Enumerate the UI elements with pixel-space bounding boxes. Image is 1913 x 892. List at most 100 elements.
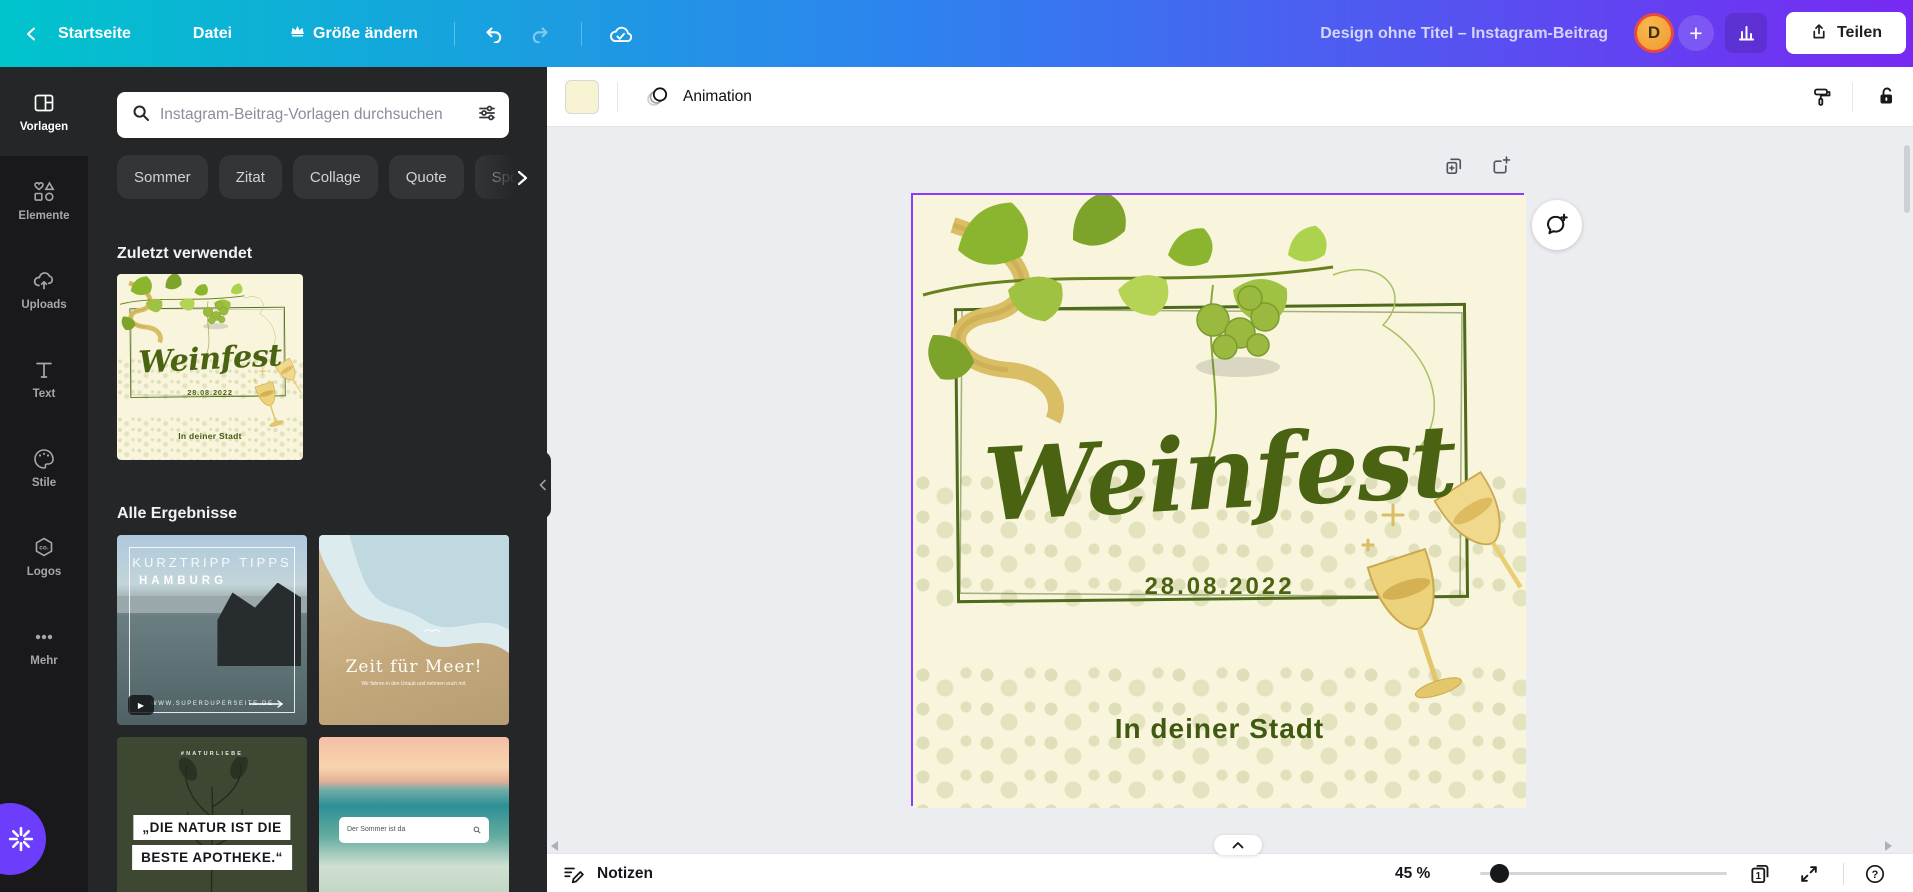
sommer-art: Der Sommer ist da xyxy=(319,737,509,892)
redo-icon[interactable] xyxy=(531,25,551,43)
template-thumbnail-hamburg[interactable]: KURZTRIPP TIPPS HAMBURG WWW.SUPERDUPERSE… xyxy=(117,535,307,725)
menu-resize[interactable]: Größe ändern xyxy=(290,25,418,43)
chip-sommer[interactable]: Sommer xyxy=(117,155,208,199)
wave-foam xyxy=(319,535,509,725)
animation-button[interactable]: Animation xyxy=(635,77,762,117)
share-button[interactable]: Teilen xyxy=(1786,12,1906,54)
recent-heading: Zuletzt verwendet xyxy=(117,245,252,263)
sidebar-item-text[interactable]: Text xyxy=(0,334,88,423)
page-actions xyxy=(1443,155,1513,183)
weinfest-art: Weinfest 28.08.2022 In deiner Stadt xyxy=(913,195,1526,808)
editor-canvas-area: Animation xyxy=(547,67,1913,892)
chip-collage[interactable]: Collage xyxy=(293,155,378,199)
paint-roller-icon xyxy=(1811,85,1835,109)
add-member-button[interactable]: + xyxy=(1678,15,1714,51)
cloud-saved-icon[interactable] xyxy=(608,24,632,44)
all-results-heading: Alle Ergebnisse xyxy=(117,505,237,523)
sidebar-label: Elemente xyxy=(18,210,69,222)
weinfest-art-mini: Weinfest 28.08.2022 In deiner Stadt xyxy=(117,274,303,460)
design-title-text: Weinfest xyxy=(117,338,303,378)
fullscreen-button[interactable] xyxy=(1793,859,1825,889)
template-thumbnail-meer[interactable]: Zeit für Meer! Wir fahren in den Urlaub … xyxy=(319,535,509,725)
lock-button[interactable] xyxy=(1869,81,1905,113)
templates-icon xyxy=(32,91,56,115)
svg-text:1: 1 xyxy=(1756,871,1762,882)
zoom-slider[interactable] xyxy=(1480,872,1727,875)
sidebar-label: Text xyxy=(33,388,56,400)
pages-view-button[interactable]: 1 xyxy=(1745,859,1777,889)
notes-label: Notizen xyxy=(597,865,653,883)
elements-icon xyxy=(32,180,56,204)
canva-editor: Startseite Datei Größe ändern Design ohn… xyxy=(0,0,1913,892)
meer-title: Zeit für Meer! xyxy=(319,657,509,677)
bottom-bar-divider xyxy=(1843,863,1844,885)
add-comment-button[interactable] xyxy=(1532,200,1582,250)
hamburg-art: KURZTRIPP TIPPS HAMBURG WWW.SUPERDUPERSE… xyxy=(117,535,307,725)
svg-text:co.: co. xyxy=(39,544,49,551)
toolbar-divider xyxy=(617,82,618,112)
svg-text:?: ? xyxy=(1872,869,1879,881)
topbar-divider xyxy=(581,22,582,46)
sidebar-item-elemente[interactable]: Elemente xyxy=(0,156,88,245)
crown-icon xyxy=(290,25,305,43)
design-date-text: 28.08.2022 xyxy=(117,389,303,397)
vertical-scrollbar[interactable] xyxy=(1904,145,1910,213)
sidebar-item-uploads[interactable]: Uploads xyxy=(0,245,88,334)
export-icon xyxy=(1810,22,1828,45)
chip-zitat[interactable]: Zitat xyxy=(219,155,282,199)
notes-icon xyxy=(563,864,585,884)
avatar[interactable]: D xyxy=(1634,13,1674,53)
design-city-text: In deiner Stadt xyxy=(117,431,303,441)
logos-icon: co. xyxy=(32,536,56,560)
help-button[interactable]: ? xyxy=(1859,859,1891,889)
design-page[interactable]: Weinfest 28.08.2022 In deiner Stadt xyxy=(911,193,1524,806)
sidebar-item-logos[interactable]: co. Logos xyxy=(0,512,88,601)
chevron-right-icon xyxy=(515,170,529,186)
duplicate-page-button[interactable] xyxy=(1443,155,1466,183)
search-icon xyxy=(132,104,150,127)
background-color-swatch[interactable] xyxy=(565,80,599,114)
sidebar-item-stile[interactable]: Stile xyxy=(0,423,88,512)
chips-scroll-right[interactable] xyxy=(473,155,535,200)
meer-subtitle: Wir fahren in den Urlaub und nehmen euch… xyxy=(319,681,509,687)
zoom-level[interactable]: 45 % xyxy=(1395,854,1430,892)
template-thumbnail-natur[interactable]: #NATURLIEBE „DIE NATUR IST DIE BESTE APO… xyxy=(117,737,307,892)
back-icon[interactable] xyxy=(24,26,40,42)
palette-icon xyxy=(32,447,56,471)
sidebar-item-vorlagen[interactable]: Vorlagen xyxy=(0,67,88,156)
chevron-up-icon xyxy=(1232,841,1244,849)
design-title-text[interactable]: Weinfest xyxy=(913,407,1526,539)
document-title[interactable]: Design ohne Titel – Instagram-Beitrag xyxy=(1320,0,1608,67)
sidebar-item-mehr[interactable]: Mehr xyxy=(0,601,88,690)
sidebar-label: Stile xyxy=(32,477,56,489)
insights-button[interactable] xyxy=(1725,13,1767,53)
chip-quote[interactable]: Quote xyxy=(389,155,464,199)
toolbar-divider xyxy=(1852,82,1853,112)
natur-art: #NATURLIEBE „DIE NATUR IST DIE BESTE APO… xyxy=(117,737,307,892)
topbar-divider xyxy=(454,22,455,46)
copy-style-button[interactable] xyxy=(1805,81,1841,113)
menu-startseite[interactable]: Startseite xyxy=(58,25,131,43)
sidebar-label: Vorlagen xyxy=(20,121,68,133)
recent-design-thumbnail[interactable]: Weinfest 28.08.2022 In deiner Stadt xyxy=(117,274,303,460)
unlock-icon xyxy=(1875,85,1899,109)
template-thumbnail-sommer[interactable]: Der Sommer ist da xyxy=(319,737,509,892)
undo-icon[interactable] xyxy=(483,25,503,43)
context-toolbar: Animation xyxy=(547,67,1913,127)
design-date-text[interactable]: 28.08.2022 xyxy=(913,573,1526,601)
animation-icon xyxy=(645,85,671,109)
panel-collapse-handle[interactable] xyxy=(533,451,551,519)
sidebar-label: Logos xyxy=(27,566,62,578)
menu-datei[interactable]: Datei xyxy=(193,25,232,43)
design-city-text[interactable]: In deiner Stadt xyxy=(913,713,1526,745)
filter-icon[interactable] xyxy=(477,103,497,128)
add-page-button[interactable] xyxy=(1490,155,1513,183)
notes-button[interactable]: Notizen xyxy=(563,854,653,892)
expand-pages-handle[interactable] xyxy=(1214,835,1262,855)
arrow-right-icon xyxy=(249,700,285,708)
search-input[interactable] xyxy=(160,106,467,124)
zoom-slider-knob[interactable] xyxy=(1490,864,1509,883)
object-panel-sidebar: Vorlagen Elemente Uploads Text Stile co.… xyxy=(0,67,88,892)
scroll-left-arrow[interactable] xyxy=(551,841,558,851)
scroll-right-arrow[interactable] xyxy=(1885,841,1892,851)
